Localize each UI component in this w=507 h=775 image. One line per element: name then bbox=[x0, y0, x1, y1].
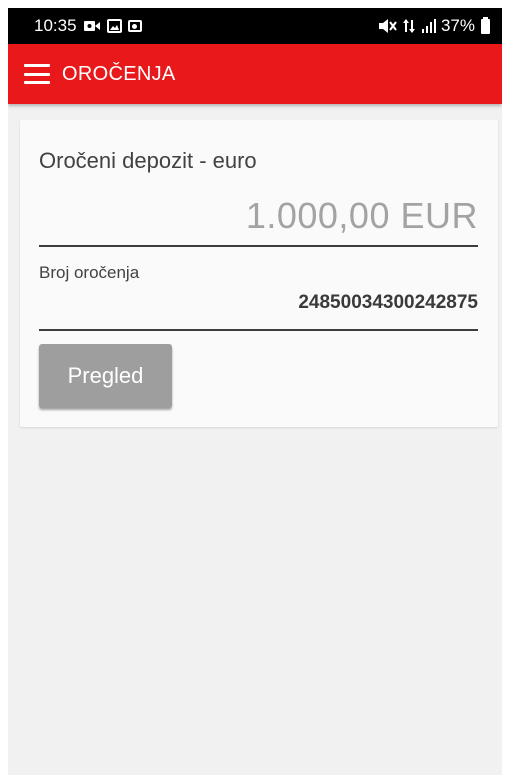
video-call-icon bbox=[83, 19, 101, 33]
hamburger-menu-icon[interactable] bbox=[24, 64, 50, 84]
deposit-amount: 1.000,00 EUR bbox=[245, 195, 478, 236]
status-bar: 10:35 37% bbox=[8, 8, 502, 44]
data-arrows-icon bbox=[401, 18, 417, 34]
page-title: OROČENJA bbox=[62, 62, 176, 85]
phone-screen: 10:35 37% OROČENJA Oročeni depozit - eur… bbox=[8, 8, 502, 775]
app-bar: OROČENJA bbox=[8, 44, 502, 104]
divider bbox=[39, 245, 478, 247]
status-bar-left: 10:35 bbox=[34, 16, 142, 36]
deposit-name: Oročeni depozit - euro bbox=[39, 148, 257, 173]
deposit-card: Oročeni depozit - euro 1.000,00 EUR Broj… bbox=[20, 120, 498, 427]
status-time: 10:35 bbox=[34, 16, 77, 35]
status-bar-right: 37% bbox=[377, 16, 490, 36]
mute-icon bbox=[377, 18, 397, 34]
divider bbox=[39, 329, 478, 331]
signal-icon bbox=[421, 18, 437, 34]
deposit-number-label: Broj oročenja bbox=[39, 263, 140, 282]
battery-percent: 37% bbox=[440, 16, 475, 35]
record-icon bbox=[127, 20, 142, 32]
deposit-number-value: 24850034300242875 bbox=[298, 292, 478, 313]
image-icon bbox=[106, 19, 122, 33]
battery-icon bbox=[481, 16, 490, 34]
view-button[interactable]: Pregled bbox=[39, 344, 172, 408]
